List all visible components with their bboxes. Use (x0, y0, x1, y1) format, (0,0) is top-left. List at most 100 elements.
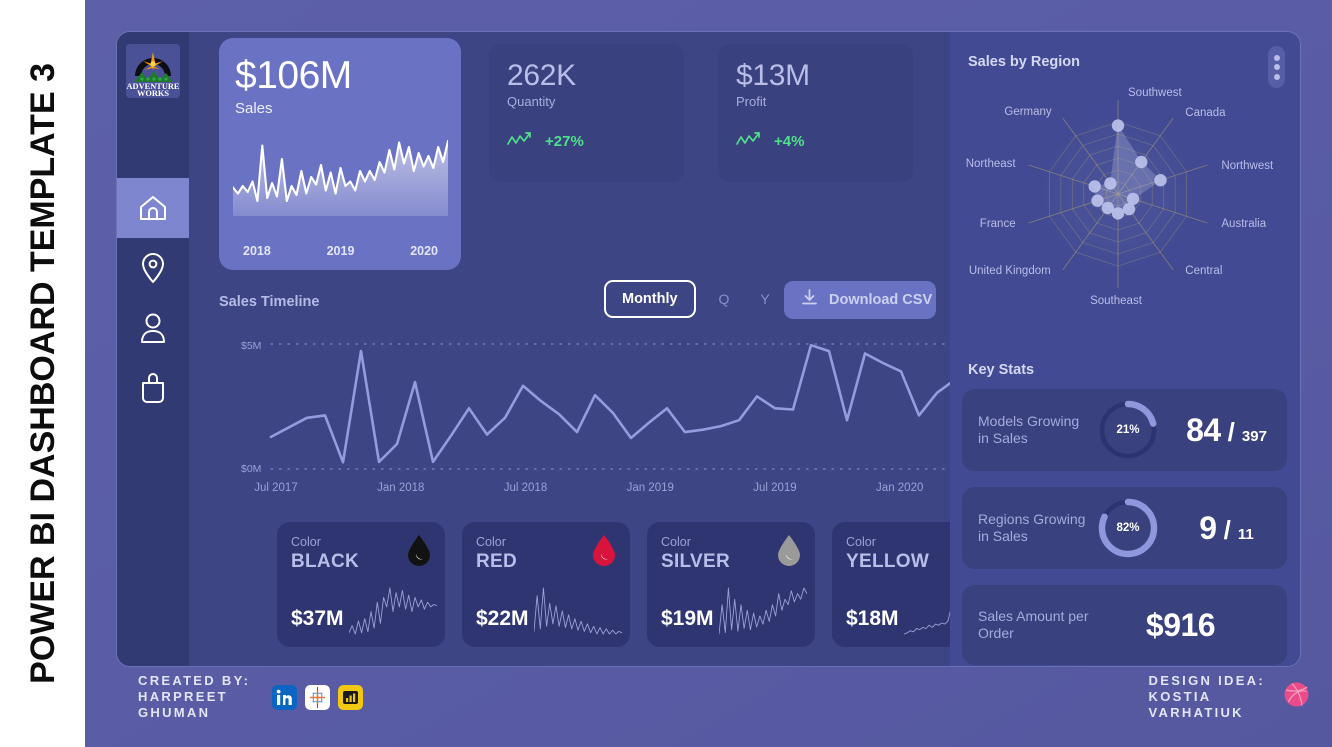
x-axis-tick: Jan 2020 (876, 482, 923, 494)
right-panel: Sales by Region Southwest Canada Northwest… (950, 32, 1300, 666)
x-axis-tick: Jul 2019 (753, 482, 796, 494)
regions-percent: 82% (1116, 522, 1140, 534)
kebab-dot (1273, 64, 1280, 70)
stat-label: Sales Amount per Order (978, 607, 1089, 641)
x-axis-tick: Jan 2018 (377, 482, 424, 494)
radar-axis-label: Central (1185, 265, 1222, 277)
radar-data-point (1111, 119, 1125, 132)
color-card-sparkline (534, 587, 622, 635)
quantity-label: Quantity (507, 93, 556, 109)
droplet-icon (591, 534, 617, 571)
sales-value: $106M (235, 54, 352, 97)
profit-delta: +4% (736, 131, 895, 152)
color-card-row: Color BLACK $37M Color RED $22M Color SI… (277, 522, 1019, 647)
color-card[interactable]: Color RED $22M (462, 522, 630, 647)
vertical-banner: POWER BI DASHBOARD TEMPLATE 3 (0, 0, 85, 747)
models-figures: 84 / 397 (1166, 412, 1287, 449)
segment-monthly[interactable]: Monthly (604, 280, 696, 318)
regions-denominator: 11 (1237, 525, 1254, 543)
regions-numerator: 9 (1199, 509, 1217, 546)
quantity-delta-text: +27% (545, 132, 584, 150)
sidebar-item-products[interactable] (117, 358, 189, 418)
segment-yearly[interactable]: Y (748, 280, 782, 318)
sidebar-item-home[interactable] (117, 178, 189, 238)
template-title: POWER BI DASHBOARD TEMPLATE 3 (23, 63, 62, 684)
stat-card-models[interactable]: Models Growing in Sales 21% 84 / 397 (962, 389, 1287, 471)
radar-axis-label: France (980, 218, 1016, 230)
profit-label: Profit (736, 93, 767, 109)
home-icon (138, 194, 168, 222)
color-card[interactable]: Color SILVER $19M (647, 522, 815, 647)
radar-axis-label: United Kingdom (969, 265, 1051, 277)
sales-by-region-radar-chart[interactable]: SouthwestCanada Northwest Australia Central… (950, 82, 1300, 334)
year-tick: 2018 (243, 244, 271, 258)
radar-data-point (1122, 202, 1136, 216)
regions-separator: / (1223, 514, 1231, 545)
page-canvas: ADVENTURE WORKS $106M Sales 2018 2019 20… (85, 0, 1332, 747)
color-card-amount: $18M (846, 607, 899, 630)
kebab-dot (1273, 54, 1280, 61)
year-tick: 2020 (410, 244, 438, 258)
linkedin-icon[interactable] (272, 684, 298, 710)
radar-axis-label: Northwest (1221, 160, 1274, 172)
timeline-header: Sales Timeline Monthly Q Y Download CSV (219, 280, 1019, 326)
sales-timeline-chart[interactable]: Jul 2017 Jan 2018 Jul 2018 Jan 2019 Jul 2019… (219, 332, 1019, 497)
radar-axis-label: Southwest (1128, 87, 1183, 99)
region-panel-title: Sales by Region (968, 54, 1081, 70)
sales-label: Sales (235, 99, 273, 117)
tableau-icon[interactable] (305, 684, 331, 710)
kpi-card-profit[interactable]: $13M Profit +4% (718, 44, 913, 182)
segment-quarterly[interactable]: Q (707, 280, 741, 318)
powerbi-icon[interactable] (338, 684, 364, 710)
models-denominator: 397 (1241, 427, 1267, 445)
color-card[interactable]: Color BLACK $37M (277, 522, 445, 647)
sidebar-item-locations[interactable] (117, 238, 189, 298)
color-card-sparkline (349, 587, 437, 635)
sidebar: ADVENTURE WORKS (117, 32, 189, 666)
models-donut-chart: 21% (1090, 399, 1166, 461)
x-axis-tick: Jul 2017 (254, 482, 297, 494)
timeline-title: Sales Timeline (219, 294, 320, 310)
profit-delta-text: +4% (774, 132, 805, 150)
created-by-text: CREATED BY: HARPREET GHUMAN (138, 673, 251, 721)
footer-left: CREATED BY: HARPREET GHUMAN (138, 673, 364, 721)
kpi-card-quantity[interactable]: 262K Quantity +27% (489, 44, 684, 182)
bag-icon (139, 372, 167, 404)
adventure-works-logo: ADVENTURE WORKS (126, 44, 180, 98)
dribbble-icon[interactable] (1283, 681, 1310, 713)
radar-data-point (1088, 180, 1101, 193)
sidebar-item-customers[interactable] (117, 298, 189, 358)
kpi-row: $106M Sales 2018 2019 2020 262K Quantity… (219, 38, 1019, 270)
download-csv-button[interactable]: Download CSV (784, 281, 936, 319)
design-idea-text: DESIGN IDEA: KOSTIA VARHATIUK (1148, 673, 1265, 721)
models-separator: / (1227, 416, 1235, 447)
stat-label: Regions Growing in Sales (978, 510, 1086, 544)
radar-data-point (1104, 177, 1117, 190)
trend-up-icon (507, 131, 535, 152)
sales-year-axis: 2018 2019 2020 (233, 244, 448, 258)
radar-axis-label: Northeast (966, 158, 1017, 170)
vertical-banner-inner: POWER BI DASHBOARD TEMPLATE 3 (0, 0, 85, 747)
kebab-dot (1273, 73, 1280, 80)
quantity-value: 262K (507, 59, 576, 92)
user-icon (139, 312, 167, 344)
key-stats-title: Key Stats (968, 362, 1035, 378)
radar-axis-label: Germany (1004, 106, 1052, 118)
color-card-amount: $19M (661, 607, 714, 630)
quantity-delta: +27% (507, 131, 666, 152)
radar-data-point (1101, 201, 1114, 215)
svg-text:WORKS: WORKS (137, 89, 169, 98)
regions-donut-chart: 82% (1090, 497, 1166, 559)
footer-right: DESIGN IDEA: KOSTIA VARHATIUK (1149, 673, 1310, 721)
kpi-card-sales[interactable]: $106M Sales 2018 2019 2020 (219, 38, 461, 270)
stat-card-regions[interactable]: Regions Growing in Sales 82% 9 / 11 (962, 487, 1287, 569)
radar-data-point (1154, 174, 1167, 187)
profit-value: $13M (736, 59, 810, 92)
models-percent: 21% (1116, 424, 1140, 436)
x-axis-tick: Jan 2019 (627, 482, 674, 494)
radar-axis-label: Southeast (1090, 295, 1143, 307)
droplet-icon (406, 534, 432, 571)
radar-data-point (1091, 194, 1104, 207)
stat-card-aov[interactable]: Sales Amount per Order $916 (962, 585, 1287, 665)
regions-figures: 9 / 11 (1166, 510, 1287, 547)
